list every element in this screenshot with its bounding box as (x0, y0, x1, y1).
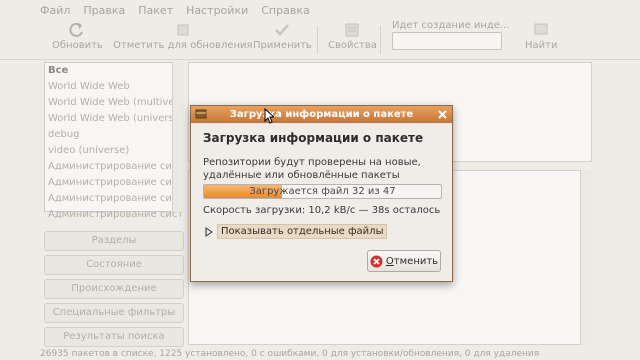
filter-custom-button[interactable]: Специальные фильтры (44, 303, 184, 323)
cancel-mnemonic: О (385, 255, 394, 267)
menu-file[interactable]: Файл (40, 4, 70, 17)
filter-search-results-button[interactable]: Результаты поиска (44, 327, 184, 347)
reload-button[interactable]: Обновить (52, 22, 103, 51)
cancel-label-rest: тменить (393, 255, 439, 267)
menu-package[interactable]: Пакет (138, 4, 173, 17)
filter-status-button[interactable]: Состояние (44, 255, 184, 275)
reload-label: Обновить (52, 40, 103, 51)
toolbar: Обновить Отметить для обновления Примени… (0, 20, 640, 60)
category-item[interactable]: World Wide Web (multiverse) (45, 95, 183, 111)
category-item[interactable]: video (universe) (45, 143, 183, 159)
toolbar-separator (380, 26, 381, 54)
cancel-button[interactable]: Отменить (367, 250, 441, 272)
category-item[interactable]: Администрирование системы (45, 207, 183, 223)
show-files-expander[interactable]: Показывать отдельные файлы (205, 224, 388, 239)
dialog-title: Загрузка информации о пакете (229, 109, 414, 120)
toolbar-separator (317, 26, 318, 54)
category-item[interactable]: Администрирование системы (45, 191, 183, 207)
category-item[interactable]: Администрирование системы (45, 159, 183, 175)
mouse-cursor-icon (264, 108, 274, 124)
checkmark-icon (275, 24, 290, 36)
filter-sections-button[interactable]: Разделы (44, 231, 184, 251)
mark-upgrades-label: Отметить для обновления (113, 40, 253, 51)
properties-button[interactable]: Свойства (328, 22, 377, 51)
menu-edit[interactable]: Правка (83, 4, 125, 17)
category-item[interactable]: Администрирование системы (45, 175, 183, 191)
status-bar: 26935 пакетов в списке, 1225 установлено… (0, 348, 640, 360)
properties-label: Свойства (328, 40, 377, 51)
download-dialog: Загрузка информации о пакете Загрузка ин… (190, 105, 453, 282)
search-button[interactable]: Найти (525, 22, 557, 51)
cancel-icon (370, 255, 383, 267)
close-icon[interactable] (437, 109, 448, 120)
apply-button[interactable]: Применить (253, 22, 312, 51)
download-speed: Скорость загрузки: 10,2 kB/c — 38s остал… (203, 205, 441, 216)
apply-label: Применить (253, 40, 312, 51)
menubar: Файл Правка Пакет Настройки Справка (0, 0, 640, 20)
mark-upgrades-button[interactable]: Отметить для обновления (113, 22, 253, 51)
dialog-heading: Загрузка информации о пакете (203, 131, 424, 145)
description-scrollbar[interactable] (580, 170, 592, 345)
category-item[interactable]: World Wide Web (universe) (45, 111, 183, 127)
cancel-label: Отменить (386, 256, 438, 267)
category-scrollbar[interactable] (172, 62, 184, 212)
progress-text: Загружается файл 32 из 47 (249, 186, 396, 197)
category-item[interactable]: World Wide Web (45, 79, 183, 95)
properties-icon (345, 23, 359, 37)
menu-help[interactable]: Справка (261, 4, 309, 17)
dialog-titlebar[interactable]: Загрузка информации о пакете (191, 106, 452, 123)
download-progress-bar: Загружается файл 32 из 47 (203, 184, 442, 199)
search-hint: Идет создание инде... (392, 20, 510, 31)
search-icon (534, 23, 548, 35)
expander-arrow-icon (205, 226, 213, 237)
category-item[interactable]: debug (45, 127, 183, 143)
filter-origin-button[interactable]: Происхождение (44, 279, 184, 299)
search-input[interactable] (392, 32, 502, 50)
show-files-label: Показывать отдельные файлы (217, 224, 388, 239)
search-button-label: Найти (525, 40, 558, 51)
category-list: Все World Wide Web World Wide Web (multi… (44, 62, 184, 220)
menu-settings[interactable]: Настройки (186, 4, 248, 17)
category-item[interactable]: Все (45, 63, 183, 79)
mark-upgrades-icon (177, 24, 189, 36)
reload-icon (69, 22, 84, 37)
